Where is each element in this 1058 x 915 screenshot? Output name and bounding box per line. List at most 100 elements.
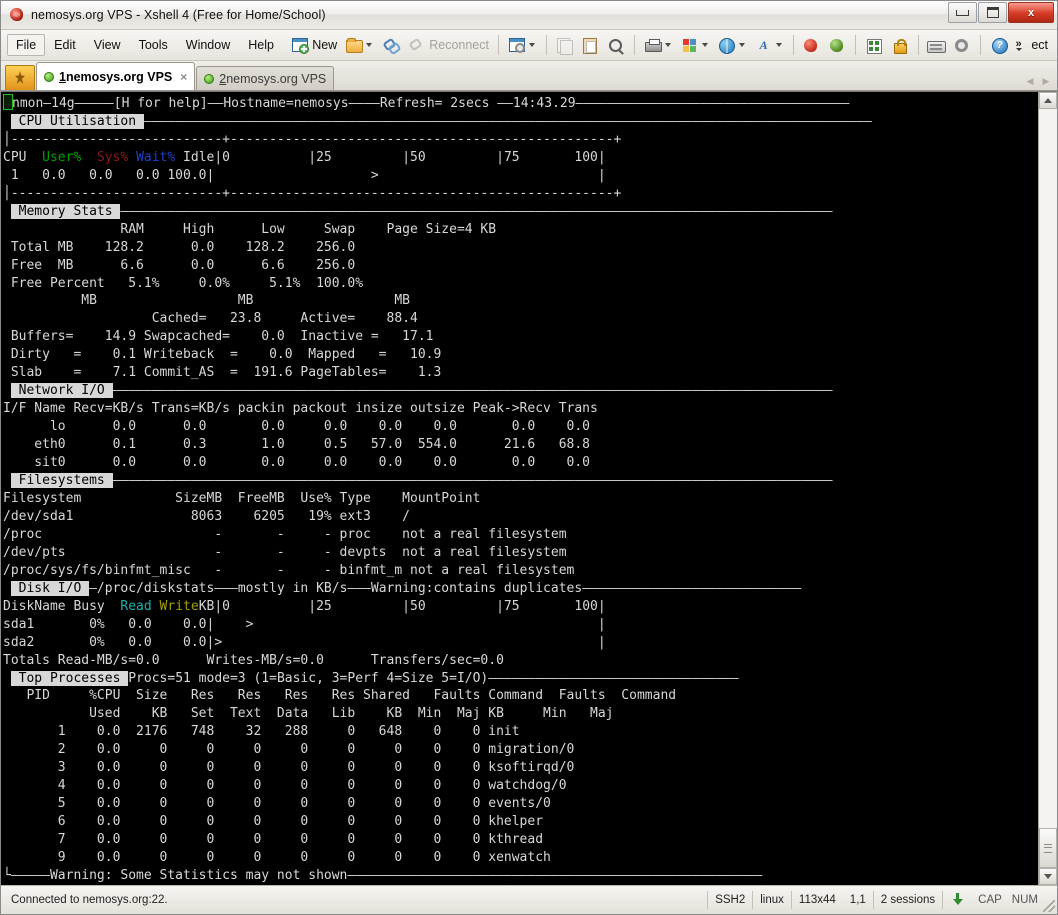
new-tab-icon[interactable] xyxy=(5,65,35,90)
print-button[interactable] xyxy=(640,35,677,56)
gear-icon xyxy=(953,37,971,54)
terminal-line: Buffers= 14.9 Swapcached= 0.0 Inactive =… xyxy=(3,329,434,345)
terminal-line: Cached= 23.8 Active= 88.4 xyxy=(3,311,418,327)
terminal-line: Disk I/O —/proc/diskstats———mostly in KB… xyxy=(10,580,802,596)
menu-tools[interactable]: Tools xyxy=(130,34,177,56)
terminal-line: /proc - - - proc not a real filesystem xyxy=(3,526,567,542)
font-button[interactable]: A xyxy=(751,35,788,56)
xshell-button[interactable] xyxy=(798,35,824,56)
terminal-line: /dev/pts - - - devpts not a real filesys… xyxy=(3,544,567,560)
toolbar-overflow-button[interactable]: » xyxy=(1015,38,1022,51)
tab-label: nemosys.org VPS xyxy=(226,71,327,86)
scroll-up-button[interactable] xyxy=(1039,92,1057,109)
terminal-output[interactable]: nmon—14g—————[H for help]——Hostname=nemo… xyxy=(1,92,1038,885)
scroll-down-button[interactable] xyxy=(1039,868,1057,885)
status-num-lock: NUM xyxy=(1011,894,1038,906)
status-protocol: SSH2 xyxy=(707,891,752,909)
menu-help[interactable]: Help xyxy=(239,34,283,56)
toolbar-separator xyxy=(917,35,919,55)
toolbar-separator xyxy=(792,35,794,55)
terminal-line: Dirty = 0.1 Writeback = 0.0 Mapped = 10.… xyxy=(3,347,442,363)
tab-number: 2 xyxy=(219,71,227,86)
terminal-scrollbar[interactable] xyxy=(1038,92,1057,885)
copy-button[interactable] xyxy=(551,35,577,56)
close-button[interactable]: x xyxy=(1008,2,1054,23)
menu-window[interactable]: Window xyxy=(177,34,239,56)
keyboard-button[interactable] xyxy=(923,35,949,56)
terminal-line: Network I/O ————————————————————————————… xyxy=(10,383,833,399)
help-icon xyxy=(990,37,1008,54)
toolbar-separator xyxy=(634,35,635,55)
window-controls: x xyxy=(947,2,1054,23)
tab-scroll-right-icon[interactable]: ▶ xyxy=(1039,74,1053,88)
session-tab-bar: 1 nemosys.org VPS × 2 nemosys.org VPS ◀ … xyxy=(1,61,1057,91)
menu-edit[interactable]: Edit xyxy=(45,34,85,56)
terminal-line: 2 0.0 0 0 0 0 0 0 0 0 migration/0 xyxy=(3,742,575,758)
scrollbar-thumb[interactable] xyxy=(1039,828,1057,868)
window-resize-grip[interactable] xyxy=(1043,900,1055,912)
web-button[interactable] xyxy=(714,35,751,56)
xftp-icon xyxy=(828,37,846,54)
connect-button[interactable] xyxy=(378,35,404,56)
scrollbar-track[interactable] xyxy=(1039,109,1057,868)
xshell-icon xyxy=(802,37,820,54)
menu-view[interactable]: View xyxy=(85,34,130,56)
terminal-line: Slab = 7.1 Commit_AS = 191.6 PageTables=… xyxy=(3,365,442,381)
tab-close-icon[interactable]: × xyxy=(180,70,187,84)
chevron-down-icon[interactable] xyxy=(775,43,782,47)
terminal-line: CPU User% Sys% Wait% Idle|0 |25 |50 |75 … xyxy=(3,149,606,165)
terminal-line: Memory Stats ———————————————————————————… xyxy=(10,203,833,219)
session-properties-icon xyxy=(508,37,526,54)
terminal-line: │---------------------------+-----------… xyxy=(3,185,622,201)
terminal-line: I/F Name Recv=KB/s Trans=KB/s packin pac… xyxy=(3,401,598,417)
chevron-down-icon[interactable] xyxy=(664,43,671,47)
chevron-down-icon[interactable] xyxy=(738,43,745,47)
session-properties-button[interactable] xyxy=(504,35,541,56)
terminal-line: 1 0.0 2176 748 32 288 0 648 0 0 init xyxy=(3,724,520,740)
title-bar: nemosys.org VPS - Xshell 4 (Free for Hom… xyxy=(1,1,1057,30)
tab-scroll-left-icon[interactable]: ◀ xyxy=(1023,74,1037,88)
chevron-down-icon[interactable] xyxy=(366,43,373,47)
terminal-line: Filesystem SizeMB FreeMB Use% Type Mount… xyxy=(3,490,481,506)
chevron-down-icon xyxy=(1044,874,1052,879)
connected-status-icon xyxy=(204,73,215,84)
minimize-button[interactable] xyxy=(948,2,977,23)
terminal-line: eth0 0.1 0.3 1.0 0.5 57.0 554.0 21.6 68.… xyxy=(3,437,590,453)
connect-icon xyxy=(382,37,402,55)
terminal-line: sda1 0% 0.0 0.0| > | xyxy=(3,616,606,632)
terminal-line: Totals Read-MB/s=0.0 Writes-MB/s=0.0 Tra… xyxy=(3,652,504,668)
terminal-line: └—————Warning: Some Statistics may not s… xyxy=(3,867,763,883)
chevron-down-icon[interactable] xyxy=(528,43,535,47)
status-sessions: 2 sessions xyxy=(872,891,942,909)
menu-file[interactable]: File xyxy=(7,34,46,56)
connected-status-icon xyxy=(44,71,54,82)
xftp-button[interactable] xyxy=(824,35,850,56)
transfer-button[interactable] xyxy=(861,35,887,56)
help-button[interactable] xyxy=(986,35,1012,56)
chevron-down-icon[interactable] xyxy=(701,43,708,47)
find-button[interactable] xyxy=(603,35,629,56)
terminal-line: 1 0.0 0.0 0.0 100.0| > | xyxy=(3,167,606,183)
new-session-button[interactable]: New xyxy=(287,35,341,56)
options-button[interactable] xyxy=(949,35,975,56)
tab-session-1[interactable]: 1 nemosys.org VPS × xyxy=(36,62,196,90)
xshell-app-icon xyxy=(8,7,26,23)
status-caps-lock: CAP xyxy=(978,894,1002,906)
terminal-line: RAM High Low Swap Page Size=4 KB xyxy=(3,221,497,237)
tab-session-2[interactable]: 2 nemosys.org VPS xyxy=(196,66,335,90)
paste-icon xyxy=(581,37,599,54)
paste-button[interactable] xyxy=(577,35,603,56)
color-scheme-button[interactable] xyxy=(677,35,714,56)
terminal-line: 5 0.0 0 0 0 0 0 0 0 0 events/0 xyxy=(3,796,551,812)
terminal-line: 4 0.0 0 0 0 0 0 0 0 0 watchdog/0 xyxy=(3,778,567,794)
lock-button[interactable] xyxy=(887,35,913,56)
terminal-line: Free MB 6.6 0.0 6.6 256.0 xyxy=(3,257,356,273)
xshell-window: nemosys.org VPS - Xshell 4 (Free for Hom… xyxy=(0,0,1058,915)
reconnect-button[interactable]: Reconnect xyxy=(404,35,493,56)
maximize-button[interactable] xyxy=(978,2,1007,23)
status-cursor-position: 1,1 xyxy=(849,894,866,906)
search-icon xyxy=(607,37,625,54)
open-session-button[interactable] xyxy=(341,35,378,56)
color-scheme-icon xyxy=(681,37,699,54)
toolbar-separator xyxy=(855,35,856,55)
